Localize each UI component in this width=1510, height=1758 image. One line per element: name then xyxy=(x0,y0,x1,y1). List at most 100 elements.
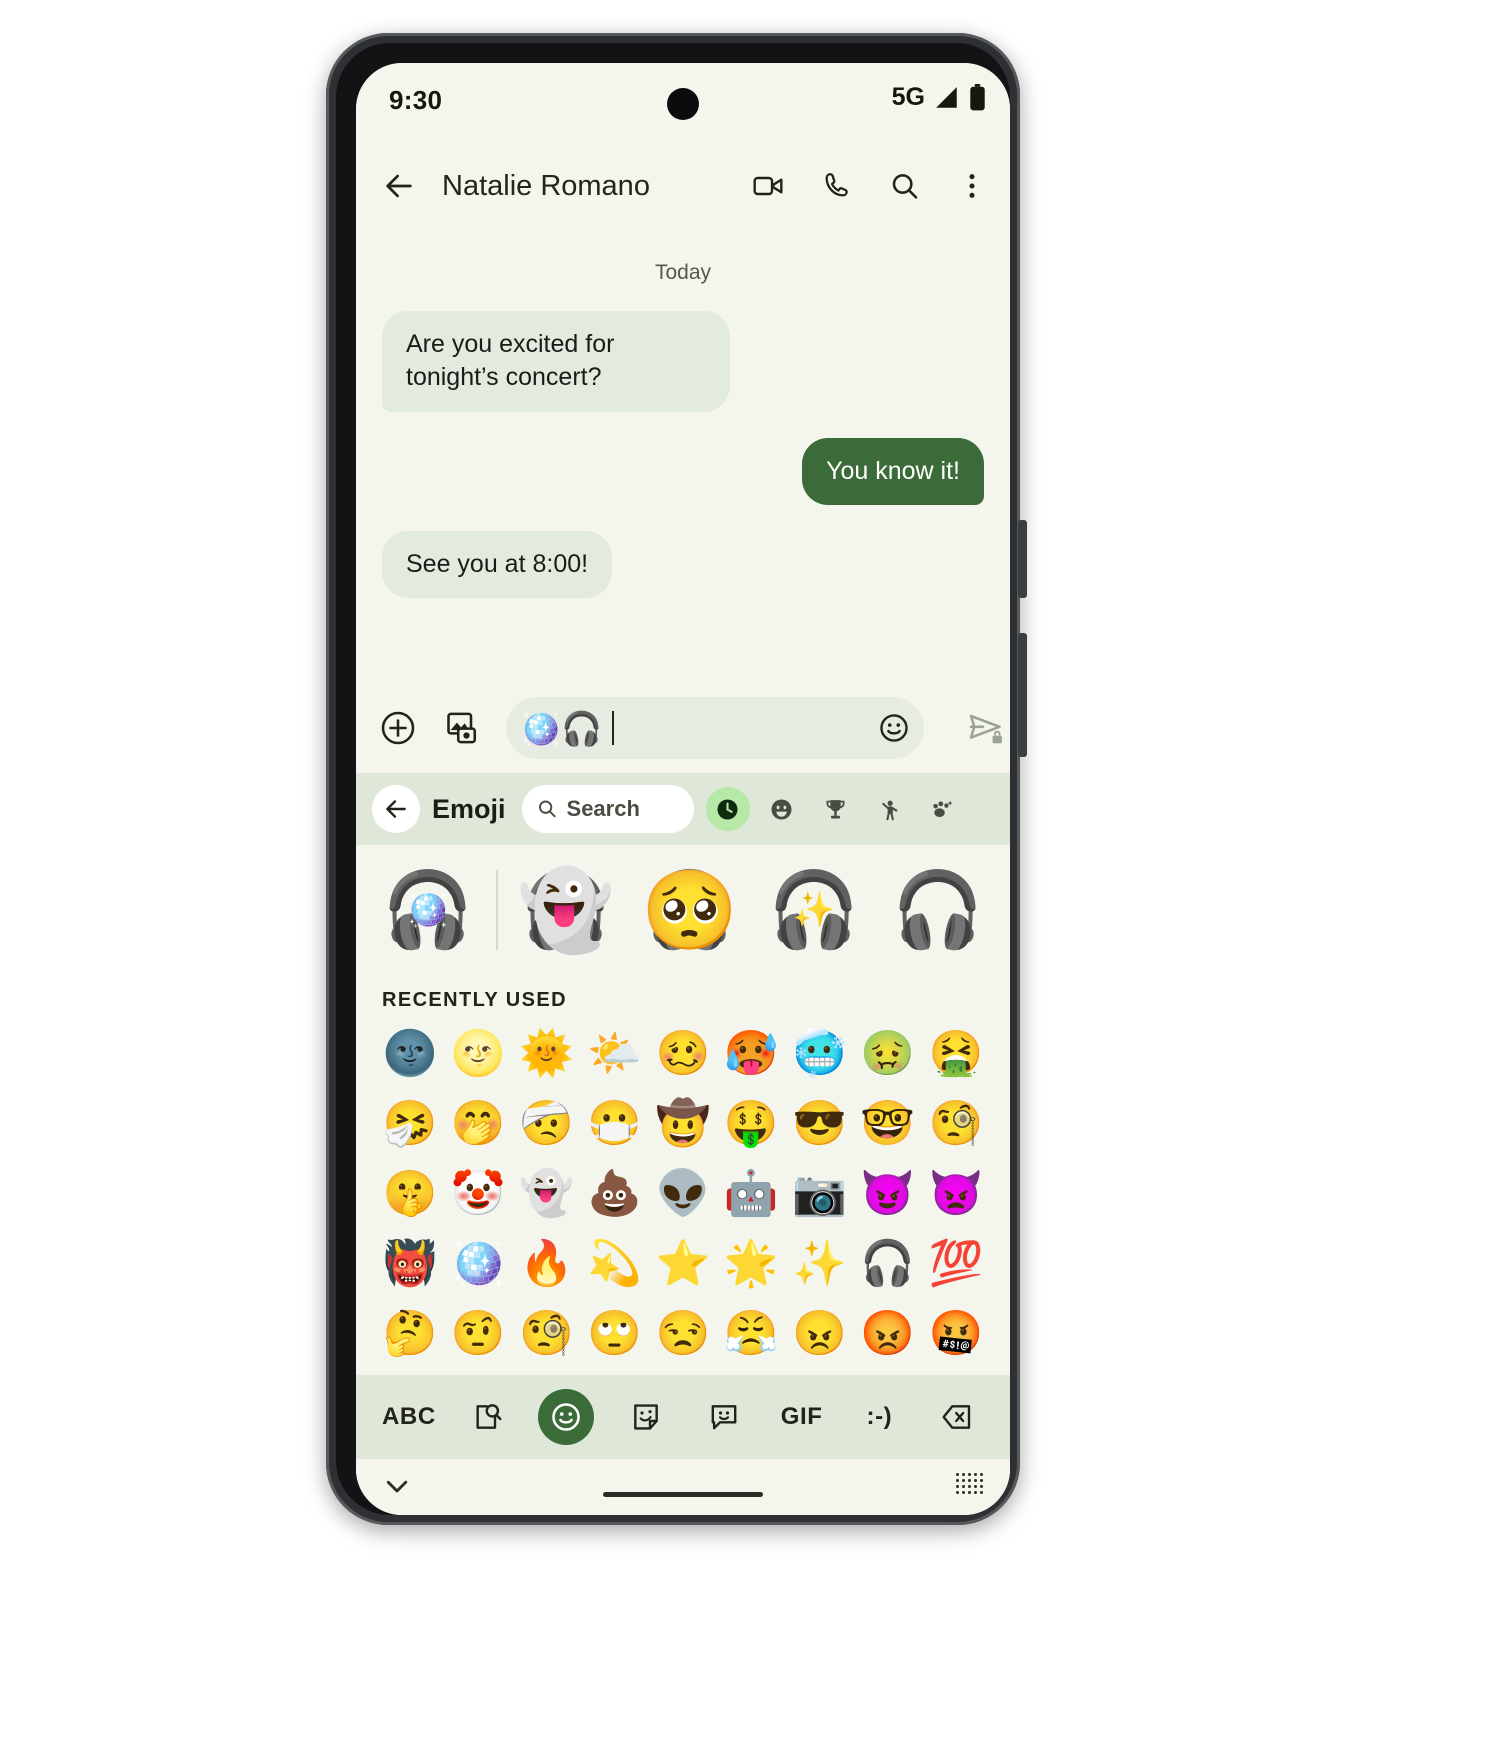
trophy-icon xyxy=(826,799,845,818)
strip-divider xyxy=(496,870,498,950)
emoji-cell[interactable]: 🪩 xyxy=(444,1232,512,1296)
sticker-icon xyxy=(634,1404,658,1430)
message-bubble-outgoing[interactable]: You know it! xyxy=(802,437,984,505)
overflow-menu-icon[interactable] xyxy=(956,170,988,202)
emoji-cell[interactable]: 👿 xyxy=(922,1162,990,1226)
emoji-cell[interactable]: 🌚 xyxy=(376,1022,444,1086)
sticker-sparkles-headphones[interactable]: 🎧 ✨ xyxy=(752,873,876,947)
sparkles-emoji: ✨ xyxy=(792,891,836,929)
recently-used-emoji-grid[interactable]: 🌚 🌝 🌞 🌤️ 🥴 🥵 🥶 🤢 🤮 🤧 🤭 🤕 😷 🤠 🤑 😎 🤓 🧐 🤫 🤡 👻 💩 👽 🤖 📷 😈 👿 👹 🪩 🔥 💫 ⭐ 🌟 ✨ 🎧 💯 🤔 🤨 🧐… xyxy=(356,1022,1010,1366)
emoji-cell[interactable]: 🔥 xyxy=(512,1232,580,1296)
home-gesture-pill[interactable] xyxy=(603,1492,763,1497)
emoji-cell[interactable]: ✨ xyxy=(785,1232,853,1296)
emoji-cell[interactable]: 😡 xyxy=(854,1302,922,1366)
emoji-cell[interactable]: 🌤️ xyxy=(581,1022,649,1086)
emoji-cell[interactable]: 🤭 xyxy=(444,1092,512,1156)
emoji-cell[interactable]: 😎 xyxy=(785,1092,853,1156)
emoji-face-icon xyxy=(552,1403,581,1431)
kb-sticker-button[interactable] xyxy=(620,1391,672,1443)
status-indicators: 5G xyxy=(892,83,986,112)
kb-emoticon-button[interactable]: :-) xyxy=(853,1391,905,1443)
emoji-cell[interactable]: 💫 xyxy=(581,1232,649,1296)
emoji-cell[interactable]: 🥴 xyxy=(649,1022,717,1086)
volume-button[interactable] xyxy=(1018,633,1027,757)
search-icon xyxy=(538,800,556,818)
emoji-cell[interactable]: 🤧 xyxy=(376,1092,444,1156)
emoji-cell[interactable]: 👹 xyxy=(376,1232,444,1296)
emoji-cell[interactable]: 👽 xyxy=(649,1162,717,1226)
sticker-discoball-headphones[interactable]: 🎧 🪩 xyxy=(366,873,490,947)
kb-abc-button[interactable]: ABC xyxy=(382,1391,435,1443)
keyboard-dots-icon[interactable] xyxy=(956,1473,984,1497)
tab-smileys[interactable] xyxy=(760,787,804,831)
emoji-cell[interactable]: 💩 xyxy=(581,1162,649,1226)
gallery-icon[interactable] xyxy=(444,710,480,746)
emoji-cell[interactable]: 🌝 xyxy=(444,1022,512,1086)
emoji-cell[interactable]: 😈 xyxy=(854,1162,922,1226)
emoji-cell[interactable]: 🥶 xyxy=(785,1022,853,1086)
message-bubble-incoming[interactable]: Are you excited for tonight’s concert? xyxy=(382,311,730,412)
emoji-cell[interactable]: 😒 xyxy=(649,1302,717,1366)
emoji-cell[interactable]: 🤓 xyxy=(854,1092,922,1156)
search-icon[interactable] xyxy=(888,170,920,202)
emoji-cell[interactable]: 🧐 xyxy=(512,1302,580,1366)
emoji-cell[interactable]: 😠 xyxy=(785,1302,853,1366)
compose-bar: 🪩🎧 xyxy=(356,683,1010,773)
tab-activities[interactable] xyxy=(814,787,858,831)
power-button[interactable] xyxy=(1018,520,1027,598)
tab-nature[interactable] xyxy=(922,787,966,831)
disco-ball-emoji: 🪩 xyxy=(406,891,450,929)
emoji-cell[interactable]: 🌞 xyxy=(512,1022,580,1086)
person-icon xyxy=(882,800,898,820)
network-type-label: 5G xyxy=(891,83,925,111)
chevron-down-icon[interactable] xyxy=(382,1471,412,1501)
emoji-back-button[interactable] xyxy=(372,785,420,833)
emoji-cell[interactable]: 🤖 xyxy=(717,1162,785,1226)
emoji-cell[interactable]: 🥵 xyxy=(717,1022,785,1086)
emoji-cell[interactable]: 🤨 xyxy=(444,1302,512,1366)
message-input-field[interactable]: 🪩🎧 xyxy=(506,697,924,759)
tab-people[interactable] xyxy=(868,787,912,831)
kb-emoji-kitchen-button[interactable] xyxy=(698,1391,750,1443)
emoji-cell[interactable]: 🤢 xyxy=(854,1022,922,1086)
sticker-ghost-headphones[interactable]: 🎧 👻 xyxy=(504,866,628,954)
emoji-cell[interactable]: 🧐 xyxy=(922,1092,990,1156)
kb-gif-button[interactable]: GIF xyxy=(776,1391,828,1443)
emoji-cell[interactable]: 🤬 xyxy=(922,1302,990,1366)
emoji-kitchen-suggestion-strip[interactable]: 🎧 🪩 🎧 👻 🎧 🥺 🎧 ✨ 🎧 xyxy=(356,845,1010,975)
sticker-partial[interactable]: 🎧 xyxy=(876,873,1000,947)
emoji-cell[interactable]: 🤫 xyxy=(376,1162,444,1226)
emoji-cell[interactable]: 🤠 xyxy=(649,1092,717,1156)
ghost-emoji: 👻 xyxy=(517,866,615,954)
emoji-cell[interactable]: 🤑 xyxy=(717,1092,785,1156)
paw-icon xyxy=(933,800,953,817)
phone-call-icon[interactable] xyxy=(820,170,852,202)
send-encrypted-icon[interactable] xyxy=(968,710,1004,746)
message-thread[interactable]: Today Are you excited for tonight’s conc… xyxy=(356,231,1010,683)
tab-recent[interactable] xyxy=(705,787,750,831)
emoji-cell[interactable]: 😷 xyxy=(581,1092,649,1156)
sticker-pleading-headphones[interactable]: 🎧 🥺 xyxy=(628,871,752,949)
kb-backspace-button[interactable] xyxy=(931,1391,983,1443)
emoji-cell[interactable]: 🤕 xyxy=(512,1092,580,1156)
emoji-cell[interactable]: 💯 xyxy=(922,1232,990,1296)
emoji-cell[interactable]: 🌟 xyxy=(717,1232,785,1296)
message-bubble-incoming[interactable]: See you at 8:00! xyxy=(382,530,613,598)
emoji-face-icon[interactable] xyxy=(878,712,910,744)
emoji-cell[interactable]: 🤮 xyxy=(922,1022,990,1086)
kb-search-button[interactable] xyxy=(461,1391,513,1443)
emoji-cell[interactable]: 😤 xyxy=(717,1302,785,1366)
emoji-cell[interactable]: 👻 xyxy=(512,1162,580,1226)
emoji-cell[interactable]: 📷 xyxy=(785,1162,853,1226)
kb-emoji-button[interactable] xyxy=(538,1389,595,1445)
app-bar-actions xyxy=(752,170,988,202)
back-arrow-icon[interactable] xyxy=(382,169,416,203)
emoji-cell[interactable]: 🎧 xyxy=(854,1232,922,1296)
video-call-icon[interactable] xyxy=(752,170,784,202)
emoji-cell[interactable]: 🙄 xyxy=(581,1302,649,1366)
emoji-cell[interactable]: 🤔 xyxy=(376,1302,444,1366)
emoji-cell[interactable]: 🤡 xyxy=(444,1162,512,1226)
emoji-cell[interactable]: ⭐ xyxy=(649,1232,717,1296)
plus-circle-icon[interactable] xyxy=(380,710,416,746)
emoji-search-input[interactable]: Search xyxy=(521,785,694,833)
